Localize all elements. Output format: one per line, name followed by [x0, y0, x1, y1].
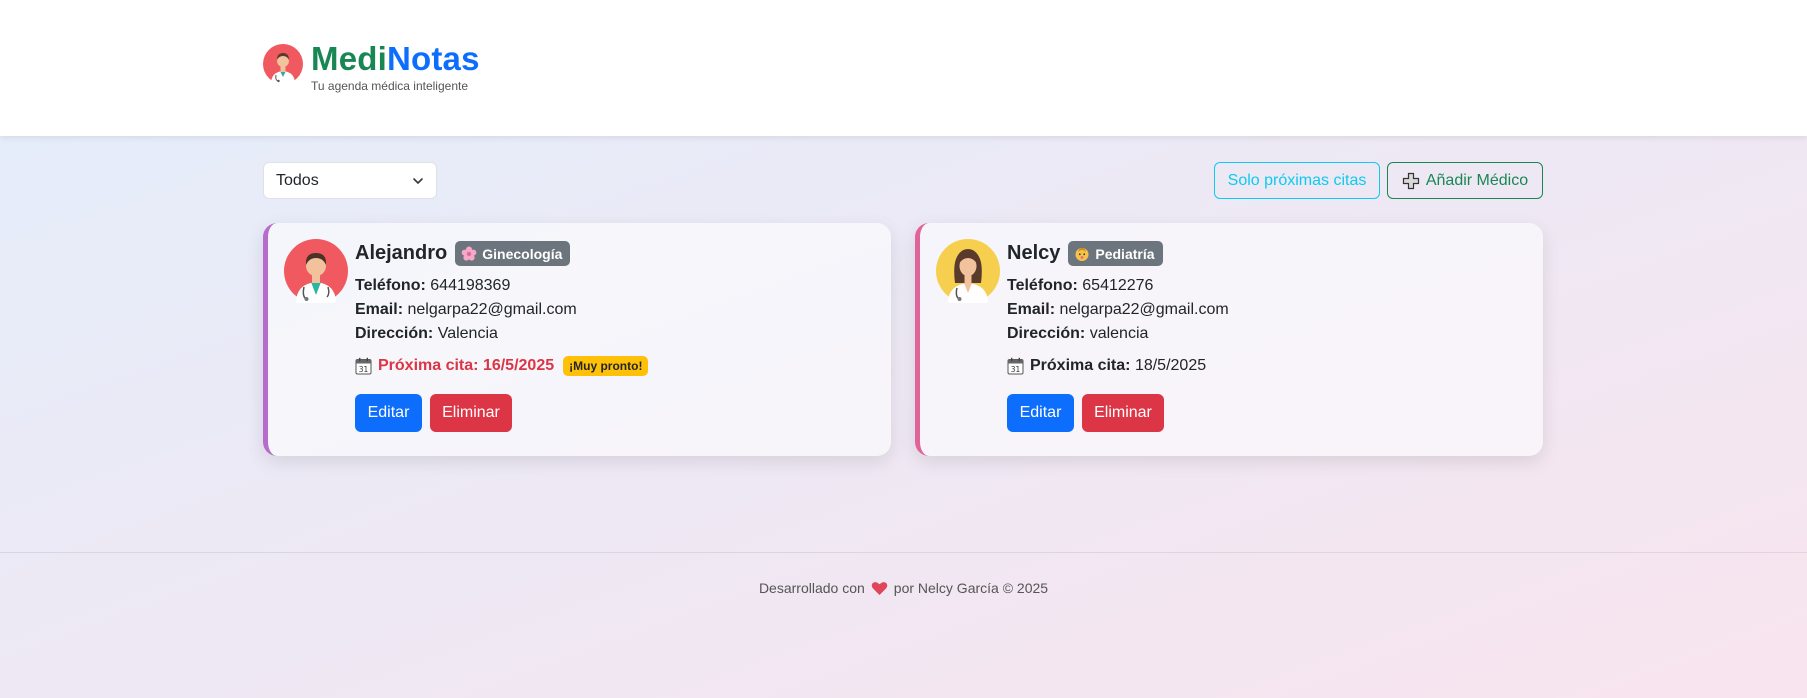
phone-value: 644198369 — [430, 277, 511, 294]
delete-button[interactable]: Eliminar — [1082, 394, 1164, 432]
address-value: valencia — [1089, 325, 1149, 342]
address-label: Dirección: — [355, 325, 434, 342]
phone-label: Teléfono: — [355, 277, 426, 294]
specialty-badge: Pediatría — [1068, 241, 1163, 266]
doctor-name: Alejandro — [355, 242, 448, 264]
add-doctor-button[interactable]: Añadir Médico — [1387, 162, 1543, 199]
footer: Desarrollado con por Nelcy García © 2025 — [0, 580, 1807, 596]
navbar: MediNotas Tu agenda médica inteligente — [0, 0, 1807, 136]
next-appointment: 31 Próxima cita: 18/5/2025 — [1007, 354, 1533, 378]
female-doctor-avatar — [936, 239, 1000, 303]
svg-text:31: 31 — [359, 365, 369, 374]
brand-title-medi: Medi — [311, 40, 387, 77]
brand-title: MediNotas — [311, 40, 480, 78]
male-doctor-avatar — [284, 239, 348, 303]
next-appointment: 31 Próxima cita: 16/5/2025 ¡Muy pronto! — [355, 354, 881, 378]
address-label: Dirección: — [1007, 325, 1086, 342]
email-value: nelgarpa22@gmail.com — [407, 301, 577, 318]
specialty-badge: Ginecología — [455, 241, 571, 266]
calendar-icon: 31 — [1007, 357, 1024, 375]
email-line: Email: nelgarpa22@gmail.com — [355, 298, 881, 322]
footer-divider — [0, 552, 1807, 553]
address-line: Dirección: Valencia — [355, 322, 881, 346]
next-appointment-date: 16/5/2025 — [482, 357, 555, 374]
next-appointment-date: 18/5/2025 — [1134, 357, 1207, 374]
baby-icon — [1075, 247, 1089, 261]
phone-label: Teléfono: — [1007, 277, 1078, 294]
chevron-down-icon — [413, 177, 423, 184]
edit-button[interactable]: Editar — [355, 394, 422, 432]
doctor-logo-icon — [263, 44, 303, 84]
svg-text:31: 31 — [1011, 365, 1021, 374]
phone-value: 65412276 — [1082, 277, 1154, 294]
footer-text-after: por Nelcy García © 2025 — [893, 580, 1049, 596]
edit-button[interactable]: Editar — [1007, 394, 1074, 432]
phone-line: Teléfono: 644198369 — [355, 274, 881, 298]
delete-button[interactable]: Eliminar — [430, 394, 512, 432]
address-value: Valencia — [437, 325, 498, 342]
specialty-filter-select[interactable]: Todos — [263, 162, 437, 199]
doctor-card: Alejandro Ginecología Teléfono: 64419836… — [263, 223, 891, 456]
calendar-icon: 31 — [355, 357, 372, 375]
filter-selected-value: Todos — [276, 171, 319, 189]
address-line: Dirección: valencia — [1007, 322, 1533, 346]
email-value: nelgarpa22@gmail.com — [1059, 301, 1229, 318]
next-appointment-label: Próxima cita: — [1030, 357, 1131, 374]
specialty-label: Pediatría — [1095, 245, 1155, 262]
heart-icon — [871, 581, 888, 595]
doctor-name: Nelcy — [1007, 242, 1061, 264]
footer-text-before: Desarrollado con — [758, 580, 865, 596]
next-appointment-label: Próxima cita: — [378, 357, 479, 374]
only-upcoming-label: Solo próximas citas — [1227, 171, 1367, 189]
brand-title-notas: Notas — [386, 40, 480, 77]
brand-tagline: Tu agenda médica inteligente — [311, 79, 468, 93]
email-line: Email: nelgarpa22@gmail.com — [1007, 298, 1533, 322]
doctor-card: Nelcy Pediatría Teléfono: 65412276 Email… — [915, 223, 1543, 456]
email-label: Email: — [355, 301, 404, 318]
plus-icon — [1402, 172, 1419, 189]
brand[interactable]: MediNotas Tu agenda médica inteligente — [263, 40, 480, 93]
add-doctor-label: Añadir Médico — [1425, 171, 1529, 189]
phone-line: Teléfono: 65412276 — [1007, 274, 1533, 298]
flower-icon — [461, 246, 477, 261]
specialty-label: Ginecología — [482, 245, 563, 262]
very-soon-badge: ¡Muy pronto! — [563, 356, 649, 376]
only-upcoming-button[interactable]: Solo próximas citas — [1214, 162, 1380, 199]
email-label: Email: — [1007, 301, 1056, 318]
